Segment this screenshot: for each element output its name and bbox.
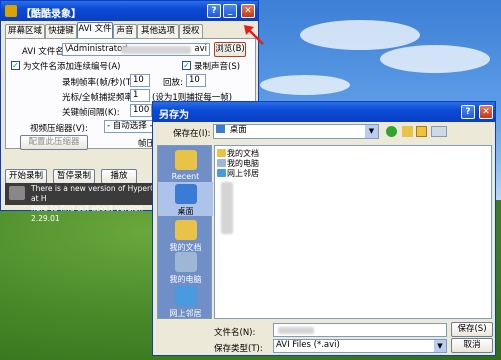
notice-line1: There is a new version of HyperCam at H xyxy=(31,184,168,203)
tab-other-options[interactable]: 其他选项 xyxy=(137,24,179,38)
hypercam-titlebar[interactable]: 【酷酷录象】 ? _ ✕ xyxy=(1,1,258,21)
configure-compressor-button[interactable]: 配置此压缩器 xyxy=(20,135,88,150)
redacted-area xyxy=(221,182,233,234)
chevron-down-icon: ▼ xyxy=(365,125,378,138)
place-my-computer[interactable]: 我的电脑 xyxy=(158,252,213,285)
dialog-close-button[interactable]: ✕ xyxy=(479,105,493,119)
dialog-help-button[interactable]: ? xyxy=(461,105,475,119)
help-button[interactable]: ? xyxy=(207,4,221,18)
dialog-title: 另存为 xyxy=(159,110,189,121)
place-desktop-label: 桌面 xyxy=(177,207,194,216)
tab-hotkeys[interactable]: 快捷键 xyxy=(45,24,77,38)
dialog-titlebar[interactable]: 另存为 ? ✕ xyxy=(153,102,495,122)
record-rate-input[interactable]: 10 xyxy=(130,74,150,87)
app-icon xyxy=(5,5,17,17)
cursor-frequency-input[interactable]: 1 xyxy=(130,89,150,102)
list-item-label: 网上邻居 xyxy=(227,169,259,178)
folder-icon xyxy=(217,149,226,157)
place-my-computer-label: 我的电脑 xyxy=(169,275,202,284)
cloud xyxy=(380,45,490,73)
place-my-documents[interactable]: 我的文档 xyxy=(158,220,213,253)
up-folder-icon[interactable] xyxy=(402,126,413,137)
close-button[interactable]: ✕ xyxy=(241,4,255,18)
playback-input[interactable]: 10 xyxy=(186,74,206,87)
update-notice[interactable]: There is a new version of HyperCam at H … xyxy=(5,183,170,223)
my-computer-icon xyxy=(174,252,197,272)
list-item-label: 我的文档 xyxy=(227,149,259,158)
save-button[interactable]: 保存(S) xyxy=(451,322,493,337)
tab-sound[interactable]: 声音 xyxy=(113,24,137,38)
window-title: 【酷酷录象】 xyxy=(21,9,81,20)
filename-value: \Administrator\ xyxy=(65,44,129,54)
redacted-text xyxy=(121,46,191,54)
start-record-button[interactable]: 开始录制 xyxy=(5,169,47,184)
network-icon xyxy=(217,169,226,177)
computer-icon xyxy=(217,159,226,167)
compressor-label: 视频压缩器(V): xyxy=(30,124,88,134)
desktop-icon xyxy=(174,184,197,204)
cloud xyxy=(260,75,350,95)
filename-field-label: 文件名(N): xyxy=(214,328,256,338)
list-item[interactable]: 网上邻居 xyxy=(217,168,259,179)
append-number-checkbox[interactable]: ✓ xyxy=(11,61,20,70)
tab-avi-file[interactable]: AVI 文件 xyxy=(77,22,113,38)
tab-screen-area[interactable]: 屏幕区域 xyxy=(5,24,45,38)
place-my-documents-label: 我的文档 xyxy=(169,243,202,252)
filetype-select[interactable]: AVI Files (*.avi) ▼ xyxy=(273,339,447,353)
file-list[interactable]: 我的文档 我的电脑 网上邻居 xyxy=(214,145,492,319)
record-sound-label: 录制声音(S) xyxy=(194,62,241,72)
keyframe-input[interactable]: 100 xyxy=(130,104,152,117)
filetype-label: 保存类型(T): xyxy=(214,344,263,354)
new-folder-icon[interactable] xyxy=(416,126,427,137)
notice-line2: here to find out about version 2.29.01 xyxy=(31,204,143,223)
play-button[interactable]: 播放 xyxy=(101,169,137,184)
filename-label: AVI 文件名: xyxy=(22,47,67,57)
filetype-value: AVI Files (*.avi) xyxy=(276,340,340,350)
place-recent[interactable]: Recent xyxy=(158,150,213,181)
keyframe-label: 关键帧间隔(K): xyxy=(62,108,120,118)
save-filename-input[interactable] xyxy=(273,323,447,337)
cancel-button[interactable]: 取消 xyxy=(451,338,493,353)
desktop-small-icon xyxy=(216,125,225,133)
record-sound-checkbox[interactable]: ✓ xyxy=(182,61,191,70)
network-places-icon xyxy=(174,286,197,306)
save-as-dialog: 另存为 ? ✕ 保存在(I): 桌面 ▼ Recent 桌面 我的文档 我的电脑 xyxy=(152,101,496,356)
place-recent-label: Recent xyxy=(171,172,200,181)
camera-icon xyxy=(9,186,25,200)
filename-input[interactable]: \Administrator\ avi xyxy=(62,43,210,56)
recent-folder-icon xyxy=(174,150,197,170)
places-bar: Recent 桌面 我的文档 我的电脑 网上邻居 xyxy=(157,145,213,319)
view-menu-icon[interactable] xyxy=(431,126,447,137)
save-in-value: 桌面 xyxy=(229,125,247,135)
save-in-label: 保存在(I): xyxy=(173,129,211,139)
pause-record-button[interactable]: 暂停录制 xyxy=(53,169,95,184)
chevron-down-icon: ▼ xyxy=(434,340,446,352)
playback-label: 回放: xyxy=(163,78,183,88)
minimize-button[interactable]: _ xyxy=(223,4,237,18)
place-desktop[interactable]: 桌面 xyxy=(158,182,213,216)
append-number-label: 为文件名添加连续编号(A) xyxy=(23,62,121,72)
back-icon[interactable] xyxy=(386,126,397,137)
place-network-label: 网上邻居 xyxy=(169,309,202,318)
redacted-text xyxy=(278,327,314,334)
my-documents-icon xyxy=(174,220,197,240)
filename-ext: avi xyxy=(194,44,207,54)
cursor-frequency-label: 光标/全帧捕捉频率: xyxy=(62,93,136,103)
place-network[interactable]: 网上邻居 xyxy=(158,286,213,319)
list-item-label: 我的电脑 xyxy=(227,159,259,168)
record-rate-label: 录制帧率(帧/秒)(T): xyxy=(62,78,138,88)
cloud xyxy=(300,20,420,50)
tab-license[interactable]: 授权 xyxy=(179,24,203,38)
annotation-arrow-icon xyxy=(244,25,264,45)
save-in-select[interactable]: 桌面 ▼ xyxy=(213,124,379,139)
